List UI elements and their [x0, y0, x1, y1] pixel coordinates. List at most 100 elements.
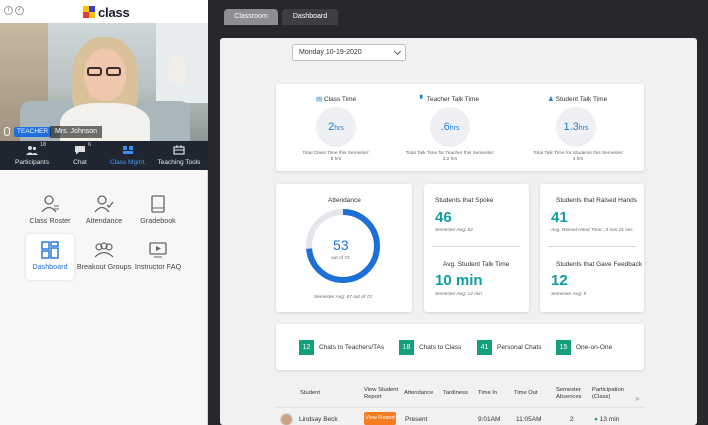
th-participation[interactable]: Participation (Class): [592, 387, 632, 401]
breakout-groups-tile[interactable]: Breakout Groups: [77, 234, 131, 280]
logo-mark-icon: [83, 6, 95, 18]
view-report-button[interactable]: View Report: [364, 412, 396, 425]
class-time-circle: 2hrs: [316, 107, 356, 147]
teacher-talk-title: ▘ Teacher Talk Time: [420, 96, 479, 103]
instructor-faq-icon: [149, 242, 167, 258]
raised-title: Students that Raised Hands: [556, 197, 637, 204]
raised-value: 41: [551, 209, 568, 226]
th-student[interactable]: Student: [300, 390, 320, 397]
gradebook-icon: [151, 195, 165, 213]
class-mgmt-icon: [123, 146, 133, 154]
teacher-badge: TEACHER: [14, 127, 52, 137]
table-divider: [276, 407, 644, 408]
class-time-sub: Total Class Time this Semester: 8 hrs: [302, 151, 370, 162]
scroll-right-icon[interactable]: »: [635, 395, 639, 403]
class-roster-tile[interactable]: Class Roster: [26, 188, 74, 234]
dashboard-icon: [41, 241, 59, 259]
chat-count: 6: [88, 142, 92, 148]
time-out-cell: 11:05AM: [516, 416, 542, 423]
participation-cell: ● 13 min: [594, 416, 620, 423]
chat-button[interactable]: 6 Chat: [58, 141, 102, 170]
spoke-title: Students that Spoke: [435, 197, 494, 204]
spoke-value: 46: [435, 209, 452, 226]
participant-name: Mrs. Johnson: [50, 126, 103, 138]
breakout-groups-label: Breakout Groups: [76, 262, 132, 271]
date-select[interactable]: Monday 10-19-2020: [292, 44, 406, 61]
teacher-icon: ▘: [420, 96, 425, 103]
instructor-faq-label: Instructor FAQ: [134, 262, 182, 271]
class-roster-label: Class Roster: [29, 216, 71, 225]
info-icon[interactable]: i: [4, 6, 13, 15]
talk-time-title: Avg. Student Talk Time: [443, 261, 510, 268]
chat-label: Chat: [73, 159, 87, 166]
chip-chats-teachers[interactable]: 12 Chats to Teachers/TAs: [299, 340, 389, 355]
microphone-icon[interactable]: [4, 127, 10, 136]
th-absences[interactable]: Semester Absences: [556, 387, 588, 401]
chip-personal-chats[interactable]: 41 Personal Chats: [477, 340, 547, 355]
chip-count: 15: [556, 340, 571, 355]
th-report[interactable]: View Student Report: [364, 387, 404, 401]
teacher-video: [0, 23, 208, 141]
app-logo: class: [83, 4, 130, 20]
class-time-title: ▤ Class Time: [316, 96, 357, 103]
th-tardiness[interactable]: Tardiness: [443, 390, 468, 397]
attendance-title: Attendance: [328, 197, 361, 204]
participants-icon: [26, 146, 38, 155]
talk-time-value: 10 min: [435, 272, 483, 289]
spoke-divider: [432, 246, 520, 247]
attendance-tile[interactable]: Attendance: [80, 188, 128, 234]
th-time-in[interactable]: Time In: [478, 390, 497, 397]
tab-classroom[interactable]: Classroom: [224, 9, 278, 25]
chevron-down-icon: [393, 47, 402, 56]
participants-button[interactable]: 18 Participants: [8, 141, 56, 170]
date-select-value: Monday 10-19-2020: [299, 49, 362, 56]
th-attendance[interactable]: Attendance: [404, 390, 433, 397]
feedback-title: Students that Gave Feedback: [556, 261, 642, 268]
student-talk-title: ♟ Student Talk Time: [548, 96, 608, 103]
teaching-tools-icon: [173, 145, 185, 155]
th-time-out[interactable]: Time Out: [514, 390, 538, 397]
gradebook-label: Gradebook: [140, 216, 176, 225]
teaching-tools-label: Teaching Tools: [157, 159, 201, 166]
chip-label: Personal Chats: [497, 344, 542, 351]
attendance-label: Attendance: [85, 216, 123, 225]
student-talk-circle: 1.3hrs: [556, 107, 596, 147]
class-mgmt-label: Class Mgmt.: [109, 159, 147, 166]
top-bar: i ✓ class: [0, 0, 208, 23]
talk-time-avg: Semester Avg: 12 min: [435, 292, 482, 297]
dashboard-tile[interactable]: Dashboard: [26, 234, 74, 280]
student-name[interactable]: Lindsay Beck: [299, 416, 338, 423]
chip-chats-class[interactable]: 18 Chats to Class: [399, 340, 469, 355]
teaching-tools-button[interactable]: Teaching Tools: [154, 141, 204, 170]
check-icon[interactable]: ✓: [15, 6, 24, 15]
chip-label: Chats to Teachers/TAs: [319, 344, 385, 351]
chip-label: One-on-One: [576, 344, 613, 351]
status-dot-icon: ●: [594, 416, 598, 423]
chip-count: 12: [299, 340, 314, 355]
gradebook-tile[interactable]: Gradebook: [134, 188, 182, 234]
avatar: [280, 413, 293, 425]
attendance-avg: Semester Avg: 67 out of 72: [314, 295, 372, 300]
absences-cell: 2: [570, 416, 574, 423]
feedback-value: 12: [551, 272, 568, 289]
chip-one-on-one[interactable]: 15 One-on-One: [556, 340, 626, 355]
class-mgmt-button[interactable]: Class Mgmt.: [104, 141, 152, 170]
tab-dashboard[interactable]: Dashboard: [282, 9, 338, 25]
class-time-icon: ▤: [316, 96, 323, 103]
class-roster-icon: [41, 195, 59, 213]
spoke-avg: Semester Avg: 52: [435, 228, 473, 233]
teacher-talk-circle: .6hrs: [430, 107, 470, 147]
chat-icon: [75, 146, 85, 155]
participants-count: 18: [40, 142, 47, 148]
breakout-groups-icon: [94, 242, 114, 258]
chip-count: 18: [399, 340, 414, 355]
left-sidebar: i ✓ class TEACHER Mrs. Johnson 18 Partic: [0, 0, 208, 425]
participants-label: Participants: [15, 159, 49, 166]
chip-label: Chats to Class: [419, 344, 462, 351]
raised-avg: Avg. Raised Hand Time : 3 min 21 sec: [551, 228, 633, 233]
time-in-cell: 9:01AM: [478, 416, 501, 423]
chip-count: 41: [477, 340, 492, 355]
logo-text: class: [98, 4, 130, 20]
instructor-faq-tile[interactable]: Instructor FAQ: [134, 234, 182, 280]
student-icon: ♟: [548, 96, 554, 103]
